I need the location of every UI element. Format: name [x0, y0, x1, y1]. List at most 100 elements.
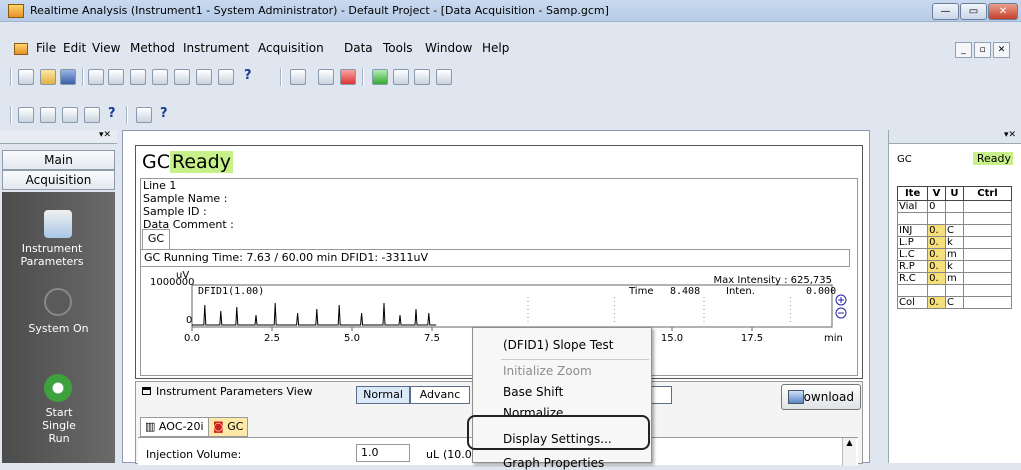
toolbar-main: ?: [0, 66, 1021, 88]
help-icon-2[interactable]: ?: [108, 106, 116, 121]
new-icon[interactable]: [18, 69, 34, 85]
monitor-cell: [963, 296, 1012, 309]
menu-method[interactable]: Method: [130, 41, 175, 55]
col-unit: U: [944, 186, 965, 201]
menu-data[interactable]: Data: [344, 41, 373, 55]
slope-icon[interactable]: [414, 69, 430, 85]
tool-icon[interactable]: [436, 69, 452, 85]
menu-view[interactable]: View: [92, 41, 120, 55]
menu-item-base-shift[interactable]: Base Shift: [503, 385, 563, 399]
monitor-cell: R.P: [896, 260, 929, 273]
x-tick-label: 15.0: [661, 333, 683, 343]
print-icon[interactable]: [88, 69, 104, 85]
mdi-minimize-button[interactable]: _: [955, 42, 972, 58]
monitor-cell: [963, 284, 1012, 297]
advanced-button[interactable]: Advanc: [410, 386, 470, 404]
monitor-cell: k: [944, 260, 965, 273]
power-icon[interactable]: [44, 288, 72, 316]
monitor-row: Col 0. C: [896, 296, 1012, 309]
monitor-cell: 0.: [927, 296, 946, 309]
system-off-icon[interactable]: [340, 69, 356, 85]
monitor-pane-header: ▾✕: [889, 130, 1021, 144]
instrument-parameters-label[interactable]: Instrument Parameters: [2, 242, 102, 268]
copy-icon[interactable]: [130, 69, 146, 85]
save-icon[interactable]: [60, 69, 76, 85]
doc-icon: [14, 43, 28, 55]
running-time: GC Running Time: 7.63 / 60.00 min DFID1:…: [140, 249, 850, 267]
help-icon[interactable]: ?: [244, 68, 252, 83]
layout3-icon[interactable]: [196, 69, 212, 85]
menu-instrument[interactable]: Instrument: [183, 41, 249, 55]
start-icon[interactable]: [372, 69, 388, 85]
injection-volume-label: Injection Volume:: [146, 448, 242, 461]
edit-method-icon[interactable]: [18, 107, 34, 123]
zoom-in-icon[interactable]: [835, 294, 847, 306]
gc-status: Ready: [170, 151, 233, 173]
app-icon: [8, 4, 24, 18]
system-on-label[interactable]: System On: [2, 322, 115, 335]
vertical-scrollbar[interactable]: ▲: [842, 438, 856, 466]
sample-icon[interactable]: [40, 107, 56, 123]
window-title: Realtime Analysis (Instrument1 - System …: [30, 4, 609, 17]
monitor-row: L.C 0. m: [896, 248, 1012, 261]
monitor-cell: R.C: [896, 272, 929, 285]
menu-help[interactable]: Help: [482, 41, 509, 55]
menu-acquisition[interactable]: Acquisition: [258, 41, 324, 55]
mdi-restore-button[interactable]: ▫: [974, 42, 991, 58]
acquisition-tab-button[interactable]: Acquisition: [2, 170, 115, 190]
sample-name-label: Sample Name :: [143, 192, 228, 205]
menu-file[interactable]: File: [36, 41, 56, 55]
normal-button[interactable]: Normal: [356, 386, 410, 404]
monitor-gc-label: GC: [897, 154, 912, 165]
system-on-icon[interactable]: [318, 69, 334, 85]
open-icon[interactable]: [40, 69, 56, 85]
tab-gc[interactable]: GC: [142, 229, 170, 249]
minimize-button[interactable]: —: [932, 3, 959, 20]
monitor-cell: [944, 200, 965, 213]
start-run-icon[interactable]: [44, 374, 72, 402]
tab-aoc20i[interactable]: ▥ AOC-20i: [140, 417, 209, 437]
menu-tools[interactable]: Tools: [383, 41, 413, 55]
x-tick-label: 7.5: [424, 333, 440, 343]
layout2-icon[interactable]: [174, 69, 190, 85]
time-value: 8.408: [670, 286, 700, 297]
menu-item-initialize-zoom[interactable]: Initialize Zoom: [503, 364, 592, 378]
maximize-button[interactable]: ▭: [960, 3, 987, 20]
menu-bar: File Edit View Method Instrument Acquisi…: [0, 38, 1021, 60]
batch-icon[interactable]: [84, 107, 100, 123]
monitor-table: Ite V U Ctrl Vial 0 INJ 0. C L.P 0. k L.C 0. m R.P 0…: [896, 186, 1012, 309]
download-button[interactable]: Download: [781, 384, 861, 410]
help-icon-3[interactable]: ?: [160, 106, 168, 121]
menu-item-slope-test[interactable]: (DFID1) Slope Test: [503, 338, 613, 352]
chromatogram-trace: [192, 297, 791, 326]
close-button[interactable]: ✕: [988, 3, 1018, 20]
monitor-cell: m: [944, 248, 965, 261]
instrument-monitor-icon[interactable]: [290, 69, 306, 85]
menu-item-graph-properties[interactable]: Graph Properties: [503, 456, 604, 470]
start-single-run-label[interactable]: Start Single Run: [34, 406, 84, 445]
layout1-icon[interactable]: [152, 69, 168, 85]
zoom-out-icon[interactable]: [835, 307, 847, 319]
menu-window[interactable]: Window: [425, 41, 472, 55]
col-value: V: [927, 186, 946, 201]
instrument-parameters-icon[interactable]: [44, 210, 72, 238]
monitor-row: L.P 0. k: [896, 236, 1012, 249]
tile-icon[interactable]: [136, 107, 152, 123]
inten-value: 0.000: [806, 286, 836, 297]
monitor-cell: L.P: [896, 236, 929, 249]
monitor-row: R.C 0. m: [896, 272, 1012, 285]
menu-edit[interactable]: Edit: [63, 41, 86, 55]
stop-icon[interactable]: [393, 69, 409, 85]
main-tab-button[interactable]: Main: [2, 150, 115, 170]
legend-dfid1: DFID1(1.00): [198, 286, 264, 297]
layout4-icon[interactable]: [218, 69, 234, 85]
print-preview-icon[interactable]: [108, 69, 124, 85]
tab-gc-params[interactable]: ◙ GC: [208, 417, 249, 437]
monitor-cell: [963, 200, 1012, 213]
injection-volume-input[interactable]: 1.0: [356, 444, 410, 462]
report-icon[interactable]: [62, 107, 78, 123]
ipv-header: Instrument Parameters View: [142, 385, 313, 398]
toolbar-secondary: ? ?: [0, 104, 1021, 126]
col-item: Ite: [896, 186, 929, 201]
mdi-close-button[interactable]: ✕: [993, 42, 1010, 58]
